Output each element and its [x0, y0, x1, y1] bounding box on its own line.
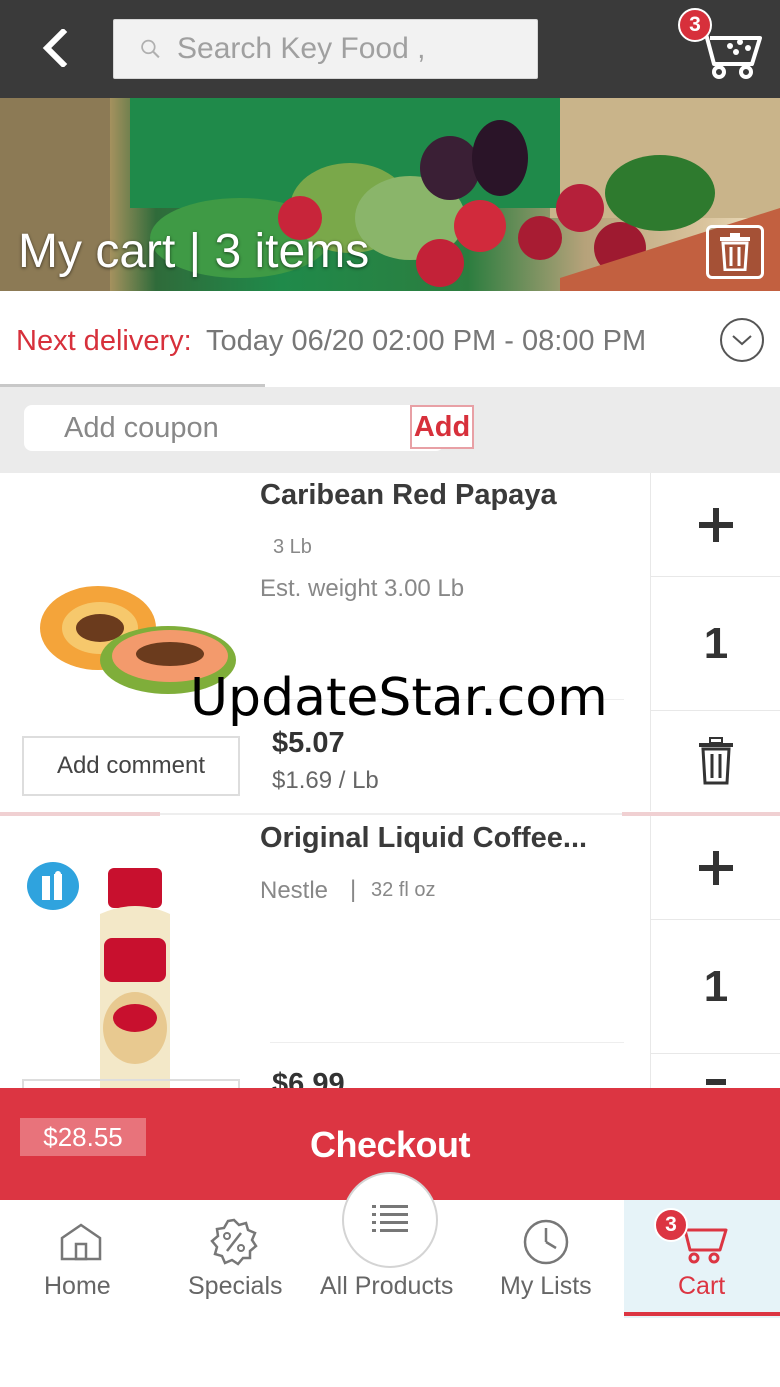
quantity-value: 1 — [651, 577, 780, 711]
coffee-mate-bottle-image — [100, 868, 170, 1088]
item-name: Original Liquid Coffee... — [260, 822, 588, 854]
nav-home-label: Home — [44, 1272, 111, 1300]
back-button[interactable] — [30, 22, 78, 74]
plus-icon — [699, 507, 733, 542]
trash-icon — [699, 737, 733, 785]
item-size: 32 fl oz — [371, 879, 436, 901]
cart-item: Caribean Red Papaya 3 Lb Est. weight 3.0… — [0, 473, 780, 813]
header-cart-button[interactable]: 3 — [678, 8, 766, 82]
nav-my-lists[interactable]: My Lists — [468, 1200, 624, 1318]
specials-badge-icon — [210, 1218, 258, 1266]
item-est-weight: Est. weight 3.00 Lb — [260, 575, 465, 602]
delivery-time: Today 06/20 02:00 PM - 08:00 PM — [206, 325, 647, 357]
increase-quantity-button[interactable] — [651, 816, 780, 920]
all-products-button[interactable] — [342, 1172, 438, 1268]
item-price: $5.07 — [272, 727, 345, 759]
cart-banner: My cart | 3 items — [0, 98, 780, 291]
coupon-input[interactable] — [24, 405, 444, 451]
home-icon — [60, 1223, 102, 1261]
delivery-section[interactable]: Next delivery: Today 06/20 02:00 PM - 08… — [0, 291, 780, 387]
remove-item-button[interactable] — [651, 1054, 780, 1088]
plus-icon — [699, 850, 733, 885]
nav-specials-label: Specials — [188, 1272, 283, 1300]
item-brand: Nestle — [260, 877, 329, 904]
item-meta-separator: | — [350, 876, 357, 903]
delivery-expand-button[interactable] — [720, 318, 764, 362]
checkout-label: Checkout — [309, 1124, 471, 1165]
pickup-badge-icon — [27, 862, 79, 910]
add-coupon-button[interactable]: Add — [410, 405, 474, 449]
item-name: Caribean Red Papaya — [260, 479, 557, 511]
quantity-value: 1 — [651, 920, 780, 1054]
quantity-number: 1 — [703, 618, 729, 668]
clock-icon — [523, 1219, 569, 1265]
nav-home[interactable]: Home — [0, 1200, 156, 1318]
chevron-down-icon — [732, 335, 752, 346]
cart-count-badge: 3 — [678, 8, 712, 42]
item-price: $6.99 — [272, 1068, 345, 1088]
watermark-text: UpdateStar.com — [190, 668, 608, 728]
cart-title: My cart | 3 items — [18, 225, 370, 278]
search-input[interactable] — [177, 32, 537, 66]
trash-icon — [720, 233, 750, 271]
cart-item: Original Liquid Coffee... Nestle | 32 fl… — [0, 816, 780, 1088]
nav-all-products-label: All Products — [320, 1272, 454, 1300]
nav-cart[interactable]: 3 Cart — [624, 1200, 780, 1318]
delivery-label: Next delivery: — [16, 325, 192, 357]
nav-cart-label: Cart — [678, 1272, 726, 1300]
quantity-number: 1 — [703, 961, 729, 1011]
clear-cart-button[interactable] — [706, 225, 764, 279]
nav-cart-count-badge: 3 — [654, 1208, 688, 1242]
increase-quantity-button[interactable] — [651, 473, 780, 577]
add-comment-button[interactable]: Add comment — [22, 736, 240, 796]
price-divider — [270, 1042, 624, 1043]
item-unit-price: $1.69 / Lb — [272, 767, 379, 794]
list-icon — [372, 1205, 408, 1232]
quantity-stepper: 1 — [650, 473, 780, 811]
trash-icon — [706, 1079, 726, 1085]
item-divider — [160, 813, 622, 815]
nav-my-lists-label: My Lists — [500, 1272, 592, 1300]
item-size: 3 Lb — [273, 536, 312, 558]
active-tab-indicator — [624, 1312, 780, 1316]
nav-specials[interactable]: Specials — [156, 1200, 312, 1318]
search-icon — [141, 39, 160, 59]
search-box[interactable] — [113, 19, 538, 79]
quantity-stepper: 1 — [650, 816, 780, 1088]
add-comment-button[interactable] — [22, 1079, 240, 1088]
back-arrow-icon — [42, 29, 68, 67]
remove-item-button[interactable] — [651, 711, 780, 811]
